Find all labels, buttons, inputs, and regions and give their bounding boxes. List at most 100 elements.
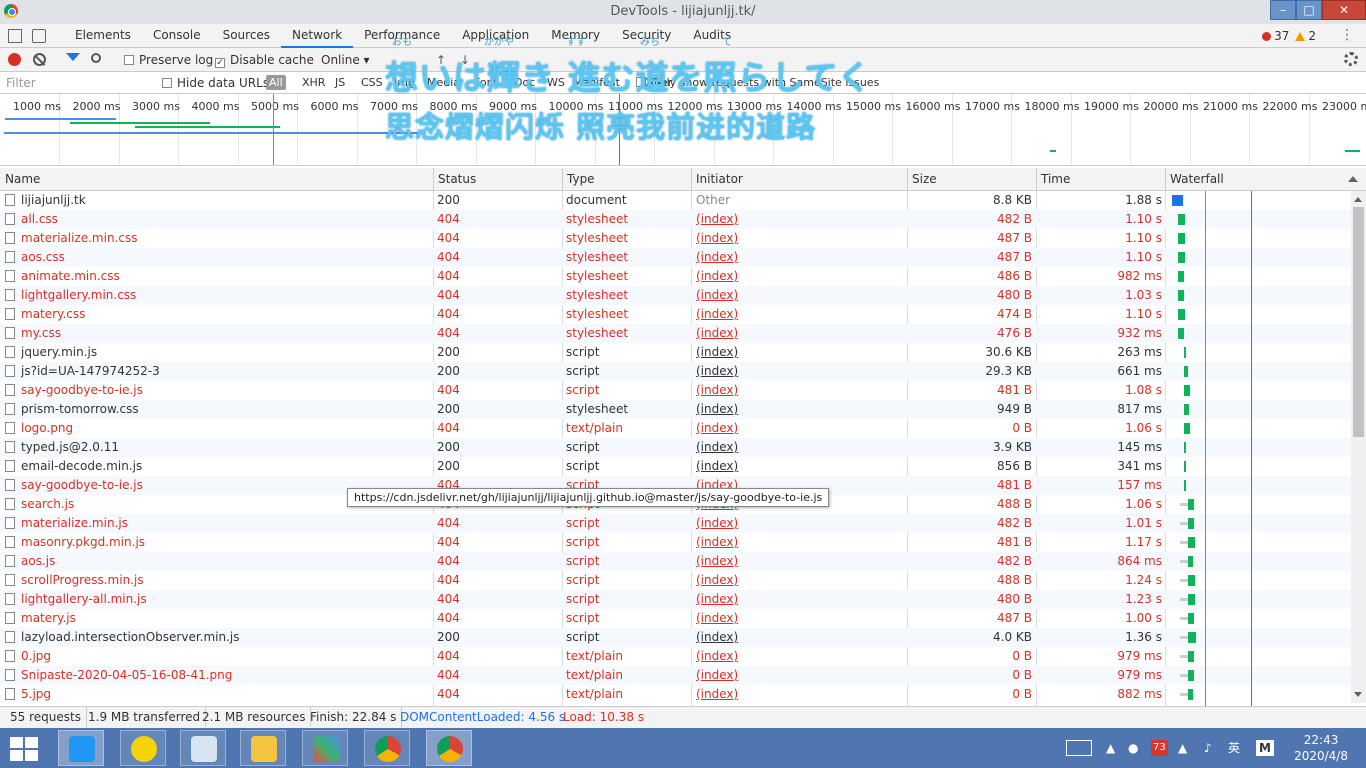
waterfall-bar[interactable] <box>1188 499 1194 510</box>
request-initiator[interactable]: (index) <box>696 229 906 248</box>
request-name[interactable]: matery.js <box>5 609 430 628</box>
waterfall-bar[interactable] <box>1178 252 1185 263</box>
filter-icon[interactable] <box>66 53 80 61</box>
table-row[interactable]: js?id=UA-147974252-3 200 script (index) 29.3… <box>0 362 1351 381</box>
taskbar-chrome-devtools[interactable] <box>426 730 472 766</box>
request-initiator[interactable]: (index) <box>696 362 906 381</box>
taskbar-puzzle-app[interactable] <box>302 730 348 766</box>
request-initiator[interactable]: (index) <box>696 305 906 324</box>
keyboard-icon[interactable] <box>1066 740 1092 756</box>
taskbar-monitor-app[interactable] <box>180 730 226 766</box>
request-name[interactable]: materialize.min.css <box>5 229 430 248</box>
request-initiator[interactable]: (index) <box>696 552 906 571</box>
waterfall-bar[interactable] <box>1188 575 1195 586</box>
scroll-up-arrow-icon[interactable] <box>1354 197 1362 202</box>
waterfall-bar[interactable] <box>1184 385 1190 396</box>
request-initiator[interactable]: (index) <box>696 571 906 590</box>
request-initiator[interactable]: (index) <box>696 609 906 628</box>
waterfall-bar[interactable] <box>1178 309 1185 320</box>
request-name[interactable]: jquery.min.js <box>5 343 430 362</box>
table-row[interactable]: 5.jpg 404 text/plain (index) 0 B 882 ms <box>0 685 1351 704</box>
table-row[interactable]: typed.js@2.0.11 200 script (index) 3.9 KB 145… <box>0 438 1351 457</box>
tab-console[interactable]: Console <box>142 24 212 48</box>
waterfall-bar[interactable] <box>1188 632 1196 643</box>
request-initiator[interactable]: (index) <box>696 248 906 267</box>
device-toolbar-icon[interactable] <box>32 29 46 43</box>
request-name[interactable]: lightgallery.min.css <box>5 286 430 305</box>
waterfall-bar[interactable] <box>1188 556 1193 567</box>
minimize-button[interactable]: – <box>1270 0 1296 20</box>
request-name[interactable]: scrollProgress.min.js <box>5 571 430 590</box>
request-initiator[interactable]: (index) <box>696 400 906 419</box>
request-initiator[interactable]: (index) <box>696 628 906 647</box>
request-name[interactable]: say-goodbye-to-ie.js <box>5 381 430 400</box>
table-row[interactable]: 0.jpg 404 text/plain (index) 0 B 979 ms <box>0 647 1351 666</box>
ime-mode-icon[interactable]: M <box>1256 740 1274 756</box>
request-name[interactable]: matery.css <box>5 305 430 324</box>
network-icon[interactable]: ▲ <box>1178 728 1187 768</box>
request-name[interactable]: materialize.min.js <box>5 514 430 533</box>
waterfall-bar[interactable] <box>1172 195 1183 206</box>
tab-network[interactable]: Network <box>281 24 354 48</box>
table-row[interactable]: matery.js 404 script (index) 487 B 1.00 s <box>0 609 1351 628</box>
request-name[interactable]: all.css <box>5 210 430 229</box>
request-initiator[interactable]: (index) <box>696 685 906 704</box>
table-row[interactable]: jquery.min.js 200 script (index) 30.6 KB 263 … <box>0 343 1351 362</box>
request-initiator[interactable]: (index) <box>696 438 906 457</box>
request-name[interactable]: logo.png <box>5 419 430 438</box>
request-initiator[interactable]: (index) <box>696 267 906 286</box>
search-icon[interactable] <box>91 53 101 63</box>
maximize-button[interactable]: □ <box>1296 0 1322 20</box>
windows-start-icon[interactable] <box>10 737 38 761</box>
clear-icon[interactable] <box>33 53 46 66</box>
table-row[interactable]: matery.css 404 stylesheet (index) 474 B 1.10 … <box>0 305 1351 324</box>
taskbar-chrome[interactable] <box>364 730 410 766</box>
waterfall-bar[interactable] <box>1188 670 1194 681</box>
request-name[interactable]: 0.jpg <box>5 647 430 666</box>
waterfall-bar[interactable] <box>1184 461 1186 472</box>
tab-audits[interactable]: Audits <box>682 24 742 48</box>
filter-type-css[interactable]: CSS <box>358 75 386 90</box>
table-row[interactable]: aos.css 404 stylesheet (index) 487 B 1.10 s <box>0 248 1351 267</box>
table-row[interactable]: lazyload.intersectionObserver.min.js 200 s… <box>0 628 1351 647</box>
table-row[interactable]: Snipaste-2020-04-05-16-08-41.png 404 text/… <box>0 666 1351 685</box>
console-issues-badge[interactable]: 37 2 <box>1262 29 1316 43</box>
tab-sources[interactable]: Sources <box>212 24 281 48</box>
gear-icon[interactable] <box>1344 52 1358 66</box>
request-name[interactable]: js?id=UA-147974252-3 <box>5 362 430 381</box>
waterfall-bar[interactable] <box>1184 404 1189 415</box>
request-name[interactable]: prism-tomorrow.css <box>5 400 430 419</box>
request-initiator[interactable]: (index) <box>696 381 906 400</box>
waterfall-bar[interactable] <box>1188 689 1193 700</box>
tray-expand-icon[interactable]: ▲ <box>1106 728 1115 768</box>
table-row[interactable]: all.css 404 stylesheet (index) 482 B 1.10 s <box>0 210 1351 229</box>
table-row[interactable]: prism-tomorrow.css 200 stylesheet (index) 94… <box>0 400 1351 419</box>
waterfall-bar[interactable] <box>1178 290 1184 301</box>
request-initiator[interactable]: (index) <box>696 286 906 305</box>
request-name[interactable]: masonry.pkgd.min.js <box>5 533 430 552</box>
waterfall-bar[interactable] <box>1178 233 1185 244</box>
request-initiator[interactable]: (index) <box>696 666 906 685</box>
waterfall-bar[interactable] <box>1188 518 1194 529</box>
tray-badge[interactable]: 73 <box>1151 740 1168 756</box>
table-row[interactable]: email-decode.min.js 200 script (index) 856 B… <box>0 457 1351 476</box>
waterfall-bar[interactable] <box>1188 613 1194 624</box>
column-waterfall[interactable]: Waterfall <box>1165 168 1366 191</box>
request-initiator[interactable]: (index) <box>696 590 906 609</box>
request-initiator[interactable]: (index) <box>696 343 906 362</box>
waterfall-bar[interactable] <box>1184 423 1190 434</box>
more-options-icon[interactable]: ⋮ <box>1340 28 1354 42</box>
filter-type-js[interactable]: JS <box>332 75 348 90</box>
request-initiator[interactable]: (index) <box>696 457 906 476</box>
request-name[interactable]: my.css <box>5 324 430 343</box>
tab-elements[interactable]: Elements <box>64 24 142 48</box>
request-initiator[interactable]: (index) <box>696 514 906 533</box>
scroll-thumb[interactable] <box>1353 207 1364 437</box>
request-initiator[interactable]: (index) <box>696 210 906 229</box>
throttle-select[interactable]: Online ▾ <box>321 53 370 67</box>
request-name[interactable]: lazyload.intersectionObserver.min.js <box>5 628 430 647</box>
table-row[interactable]: lijiajunljj.tk 200 document Other 8.8 KB 1.88… <box>0 191 1351 210</box>
request-initiator[interactable]: (index) <box>696 647 906 666</box>
column-size[interactable]: Size <box>907 168 1037 191</box>
filter-type-all[interactable]: All <box>266 75 286 90</box>
